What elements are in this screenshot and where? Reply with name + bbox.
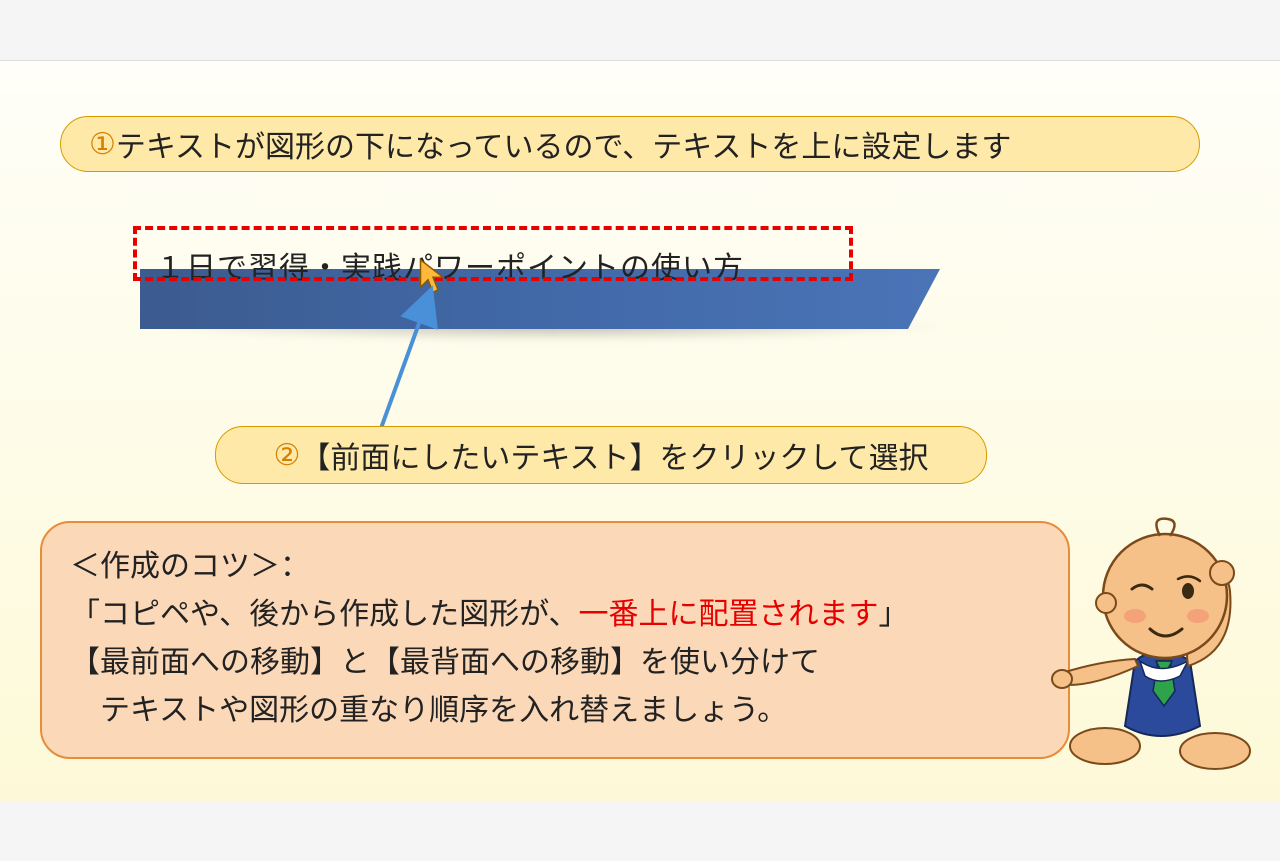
tip-line-3: 【最前面への移動】と【最背面への移動】を使い分けて <box>70 639 1040 687</box>
tip-line-2: 「コピペや、後から作成した図形が、一番上に配置されます」 <box>70 591 1040 639</box>
tip-line-4: テキストや図形の重なり順序を入れ替えましょう。 <box>70 687 1040 735</box>
tip-highlight: 一番上に配置されます <box>579 598 879 631</box>
instruction-callout-2: ② 【前面にしたいテキスト】をクリックして選択 <box>215 426 987 484</box>
tip-line-2a: 「コピペや、後から作成した図形が、 <box>70 598 579 631</box>
step-number-2: ② <box>273 438 300 473</box>
tip-box: ＜作成のコツ＞： 「コピペや、後から作成した図形が、一番上に配置されます」 【最… <box>40 521 1070 759</box>
instruction-callout-1: ① テキストが図形の下になっているので、テキストを上に設定します <box>60 116 1200 172</box>
selection-outline <box>133 226 853 281</box>
step-text-2: 【前面にしたいテキスト】をクリックして選択 <box>300 433 928 477</box>
example-screenshot: １日で習得・実践パワーポイントの使い方 <box>135 221 965 361</box>
step-text-1: テキストが図形の下になっているので、テキストを上に設定します <box>116 122 1012 166</box>
cursor-icon <box>418 257 448 295</box>
step-number-1: ① <box>89 127 116 162</box>
tip-line-2c: 」 <box>879 598 909 631</box>
slide: ① テキストが図形の下になっているので、テキストを上に設定します １日で習得・実… <box>0 60 1280 801</box>
tip-title: ＜作成のコツ＞： <box>70 543 1040 591</box>
mascot-character <box>1040 511 1280 771</box>
